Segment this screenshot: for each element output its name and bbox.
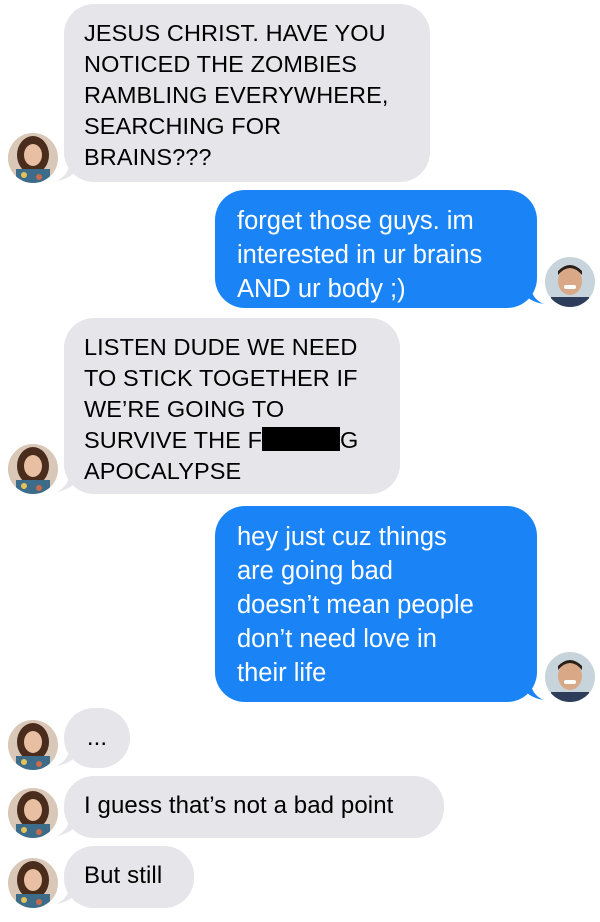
message-bubble[interactable]: LISTEN DUDE WE NEED TO STICK TOGETHER IF… (64, 318, 400, 494)
message-line: TO STICK TOGETHER IF (84, 365, 358, 391)
message-line: interested in ur brains (237, 241, 483, 269)
message-bubble[interactable]: I guess that’s not a bad point (64, 776, 444, 838)
message-line: BRAINS??? (84, 144, 212, 170)
message-bubble[interactable]: ... (64, 708, 130, 768)
message-line: APOCALYPSE (84, 458, 242, 484)
message-line: ... (86, 724, 108, 751)
message-line: forget those guys. im (237, 207, 474, 235)
message-line: doesn’t mean people (237, 591, 474, 619)
censored-line-before: SURVIVE THE F (84, 427, 263, 453)
message-line: RAMBLING EVERYWHERE, (84, 82, 389, 108)
message-line: hey just cuz things (237, 523, 447, 551)
message-bubble[interactable]: forget those guys. im interested in ur b… (215, 190, 537, 308)
message-line: NOTICED THE ZOMBIES (84, 51, 358, 77)
woman-avatar-icon[interactable] (8, 858, 58, 908)
woman-avatar-icon[interactable] (8, 133, 58, 183)
message-line: don’t need love in (237, 625, 437, 653)
message-line: their life (237, 659, 327, 687)
message-line: I guess that’s not a bad point (84, 792, 394, 819)
censored-line-after: G (340, 427, 359, 453)
message-bubble[interactable]: hey just cuz things are going bad doesn’… (215, 506, 537, 702)
message-line: WE’RE GOING TO (84, 396, 285, 422)
message-line: LISTEN DUDE WE NEED (84, 334, 358, 360)
woman-avatar-icon[interactable] (8, 444, 58, 494)
woman-avatar-icon[interactable] (8, 720, 58, 770)
man-avatar-icon[interactable] (545, 257, 595, 307)
censored-line: SURVIVE THE F G (84, 425, 380, 456)
message-bubble[interactable]: But still (64, 846, 194, 908)
message-line: JESUS CHRIST. HAVE YOU (84, 20, 386, 46)
message-thread: JESUS CHRIST. HAVE YOU NOTICED THE ZOMBI… (0, 0, 600, 922)
message-line: SEARCHING FOR (84, 113, 282, 139)
message-line: But still (84, 862, 163, 889)
message-line: are going bad (237, 557, 393, 585)
message-line: AND ur body ;) (237, 275, 406, 303)
message-bubble[interactable]: JESUS CHRIST. HAVE YOU NOTICED THE ZOMBI… (64, 4, 430, 182)
censor-bar (262, 427, 341, 451)
man-avatar-icon[interactable] (545, 652, 595, 702)
woman-avatar-icon[interactable] (8, 788, 58, 838)
